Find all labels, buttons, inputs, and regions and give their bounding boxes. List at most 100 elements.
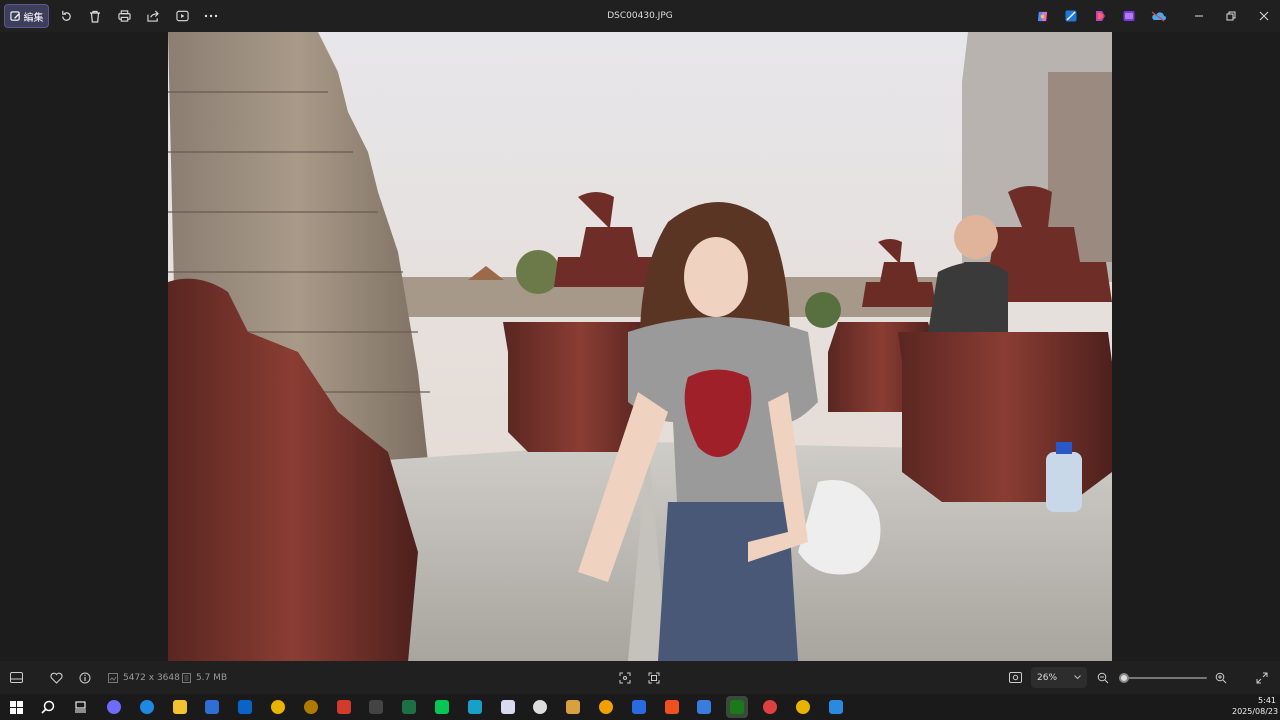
taskbar-app-app-multicolor[interactable]: [562, 696, 584, 718]
taskbar-app-chrome-2[interactable]: [792, 696, 814, 718]
search-icon: [41, 700, 55, 714]
favorite-button[interactable]: [50, 661, 63, 694]
file-size: 5.7 MB: [182, 661, 227, 694]
edge-icon: [140, 700, 154, 714]
designer-button[interactable]: [1117, 4, 1141, 28]
taskbar-app-edge[interactable]: [136, 696, 158, 718]
zoom-out-button[interactable]: [1097, 661, 1109, 694]
visual-search-button[interactable]: [648, 661, 660, 694]
fullscreen-button[interactable]: [1256, 661, 1268, 694]
heart-icon: [50, 672, 63, 684]
taskbar-app-excel[interactable]: [398, 696, 420, 718]
app-multicolor-icon: [566, 700, 580, 714]
taskbar-app-app-blue-diamond[interactable]: [628, 696, 650, 718]
store-icon: [205, 700, 219, 714]
restore-button[interactable]: [1219, 4, 1243, 28]
taskbar-app-chrome[interactable]: [267, 696, 289, 718]
slideshow-button[interactable]: [170, 4, 194, 28]
info-icon: [79, 672, 91, 683]
more-button[interactable]: [199, 4, 223, 28]
outlook-icon: [238, 700, 252, 714]
taskbar-app-app-green-active[interactable]: [726, 696, 748, 718]
title-bar: 編集 DSC00430.JPG: [0, 0, 1280, 32]
visual-search-icon: [648, 672, 660, 683]
onedrive-icon: [1151, 11, 1166, 22]
info-button[interactable]: [79, 661, 91, 694]
taskbar-app-chrome-profile[interactable]: [759, 696, 781, 718]
taskbar-app-app-red[interactable]: [333, 696, 355, 718]
clipchamp-button[interactable]: [1088, 4, 1112, 28]
photos-editor-icon: [1065, 10, 1077, 22]
edit-label: 編集: [23, 12, 44, 24]
file-size-text: 5.7 MB: [196, 672, 228, 683]
edit-icon: [9, 10, 20, 21]
delete-button[interactable]: [83, 4, 107, 28]
app-green-active-icon: [730, 700, 744, 714]
taskbar-app-app-w[interactable]: [464, 696, 486, 718]
taskbar-app-copilot[interactable]: [103, 696, 125, 718]
zoom-slider[interactable]: [1119, 661, 1207, 694]
minimize-button[interactable]: [1187, 4, 1211, 28]
file-explorer-icon: [173, 700, 187, 714]
clock-time: 5:41: [1258, 696, 1276, 705]
line-icon: [435, 700, 449, 714]
taskbar-app-store[interactable]: [201, 696, 223, 718]
image-size-icon: [108, 672, 118, 683]
excel-icon: [402, 700, 416, 714]
app-chat-icon: [697, 700, 711, 714]
task-view-button[interactable]: [69, 696, 91, 718]
taskbar-app-app-pink[interactable]: [497, 696, 519, 718]
crop-focus-icon: [619, 672, 631, 683]
nc-app-icon: [369, 700, 383, 714]
taskbar-app-file-explorer[interactable]: [169, 696, 191, 718]
app-orange-circle-icon: [599, 700, 613, 714]
taskbar-app-photos[interactable]: [825, 696, 847, 718]
search-button[interactable]: [37, 696, 59, 718]
onedrive-button[interactable]: [1146, 4, 1170, 28]
windows-taskbar: 5:41 2025/08/23: [0, 694, 1280, 720]
taskbar-app-outlook[interactable]: [234, 696, 256, 718]
status-bar: 5472 x 3648 5.7 MB 26%: [0, 661, 1280, 694]
edit-button[interactable]: 編集: [4, 4, 49, 28]
file-size-icon: [182, 672, 191, 683]
print-button[interactable]: [112, 4, 136, 28]
delete-icon: [90, 10, 100, 23]
close-button[interactable]: [1252, 4, 1276, 28]
restore-icon: [1226, 11, 1236, 21]
fit-to-window-button[interactable]: [1009, 661, 1022, 694]
clock-date: 2025/08/23: [1232, 707, 1279, 716]
copilot-icon: [107, 700, 121, 714]
copilot-button[interactable]: [1030, 4, 1054, 28]
zoom-in-button[interactable]: [1215, 661, 1227, 694]
taskbar-app-line[interactable]: [431, 696, 453, 718]
clipchamp-icon: [1096, 11, 1105, 21]
filmstrip-toggle[interactable]: [10, 661, 23, 694]
photos-editor-button[interactable]: [1059, 4, 1083, 28]
rotate-button[interactable]: [54, 4, 78, 28]
app-pink-icon: [501, 700, 515, 714]
copilot-icon: [1037, 11, 1047, 21]
minimize-icon: [1195, 15, 1203, 17]
task-view-icon: [74, 701, 86, 713]
start-button[interactable]: [5, 696, 27, 718]
taskbar-app-chatgpt[interactable]: [529, 696, 551, 718]
taskbar-app-app-chat[interactable]: [693, 696, 715, 718]
chrome-profile-icon: [763, 700, 777, 714]
taskbar-app-app-dark-circle[interactable]: [300, 696, 322, 718]
photo-canvas[interactable]: [168, 32, 1112, 661]
taskbar-app-nc-app[interactable]: [365, 696, 387, 718]
taskbar-app-app-orange-circle[interactable]: [595, 696, 617, 718]
crop-button[interactable]: [619, 661, 631, 694]
print-icon: [117, 10, 131, 22]
taskbar-app-brave[interactable]: [661, 696, 683, 718]
app-dark-circle-icon: [304, 700, 318, 714]
zoom-value: 26%: [1037, 672, 1058, 683]
close-icon: [1259, 11, 1269, 21]
chevron-down-icon: [1074, 675, 1081, 680]
zoom-slider-thumb[interactable]: [1119, 672, 1130, 683]
fit-to-window-icon: [1009, 672, 1022, 683]
share-button[interactable]: [141, 4, 165, 28]
zoom-dropdown[interactable]: 26%: [1031, 667, 1087, 688]
system-clock[interactable]: 5:41 2025/08/23: [1232, 695, 1279, 717]
brave-icon: [665, 700, 679, 714]
